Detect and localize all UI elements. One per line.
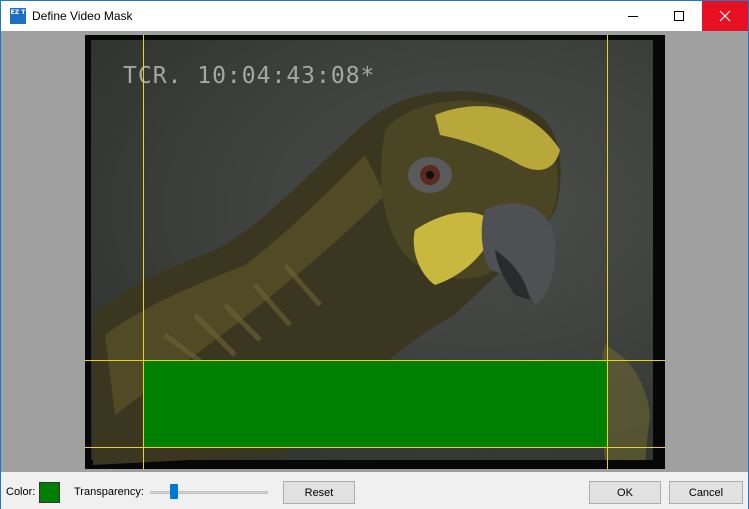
app-icon: EZ T (10, 8, 26, 24)
cancel-button[interactable]: Cancel (669, 481, 743, 504)
mask-guide-left[interactable] (143, 35, 144, 469)
transparency-slider-thumb[interactable] (169, 484, 178, 499)
window-title: Define Video Mask (32, 9, 133, 23)
minimize-icon (628, 15, 638, 17)
video-preview[interactable]: TCR. 10:04:43:08* (85, 35, 665, 469)
mask-rectangle[interactable] (143, 360, 608, 447)
color-swatch[interactable] (39, 482, 60, 503)
transparency-label: Transparency: (74, 486, 144, 498)
mask-guide-top[interactable] (85, 360, 665, 361)
reset-button[interactable]: Reset (283, 481, 355, 504)
close-icon (719, 10, 731, 22)
mask-guide-right[interactable] (607, 35, 608, 469)
timecode-overlay: TCR. 10:04:43:08* (123, 63, 376, 89)
minimize-button[interactable] (610, 1, 656, 31)
close-button[interactable] (702, 1, 748, 31)
maximize-button[interactable] (656, 1, 702, 31)
ok-button[interactable]: OK (589, 481, 661, 504)
title-bar[interactable]: EZ T Define Video Mask (1, 1, 748, 31)
define-video-mask-window: EZ T Define Video Mask TCR. 10:04:43:08*… (0, 0, 749, 509)
maximize-icon (674, 11, 684, 21)
preview-area: TCR. 10:04:43:08* (1, 31, 748, 472)
bottom-toolbar: Color: Transparency: Reset OK Cancel (1, 472, 748, 509)
color-label: Color: (6, 486, 36, 498)
mask-guide-bottom[interactable] (85, 447, 665, 448)
transparency-slider-track[interactable] (150, 491, 268, 494)
